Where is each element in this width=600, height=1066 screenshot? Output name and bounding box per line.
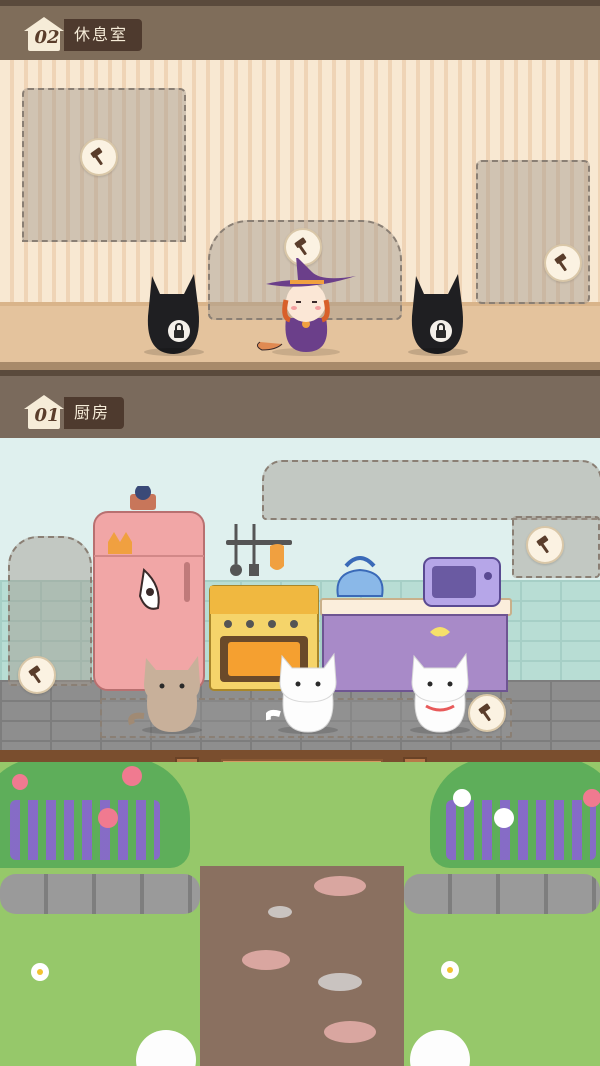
rose-flowers	[12, 766, 600, 828]
build-plant-button[interactable]	[18, 656, 56, 694]
hammer-icon	[294, 237, 307, 256]
hammer-icon	[554, 253, 567, 272]
kettle[interactable]	[332, 550, 388, 600]
garden	[0, 762, 600, 1066]
garden-flowers	[31, 961, 470, 1066]
locked-cat-right[interactable]	[402, 266, 474, 356]
tabby-cat[interactable]	[128, 644, 212, 734]
microwave[interactable]	[422, 554, 502, 610]
hammer-icon	[28, 665, 41, 684]
lock-icon	[168, 320, 190, 342]
hammer-icon	[90, 147, 103, 166]
house-icon: 01	[22, 395, 66, 431]
build-curtain-button[interactable]	[80, 138, 118, 176]
cat-tower-slot[interactable]	[476, 160, 590, 304]
locked-cat-left[interactable]	[138, 266, 210, 356]
utensil-rack[interactable]	[224, 524, 294, 584]
lounge-room[interactable]	[0, 60, 600, 370]
room-number: 02	[34, 27, 60, 48]
house-icon: 02	[22, 17, 66, 53]
room-tag-lounge[interactable]: 02 休息室	[22, 17, 143, 53]
lock-icon	[430, 320, 452, 342]
white-cat[interactable]	[266, 644, 346, 734]
build-shelf-button[interactable]	[526, 526, 564, 564]
room-tag-kitchen[interactable]: 01 厨房	[22, 395, 125, 431]
build-cat-tower-button[interactable]	[544, 244, 582, 282]
room-name: 休息室	[64, 19, 143, 51]
shelf-slot[interactable]	[262, 460, 600, 520]
angel-cat[interactable]	[398, 624, 482, 734]
witch-cat[interactable]	[252, 258, 362, 358]
lounge-baseboard	[0, 362, 600, 370]
room-number: 01	[34, 405, 60, 426]
hammer-icon	[536, 535, 549, 554]
kitchen-room[interactable]	[0, 438, 600, 750]
room-name: 厨房	[64, 397, 125, 429]
